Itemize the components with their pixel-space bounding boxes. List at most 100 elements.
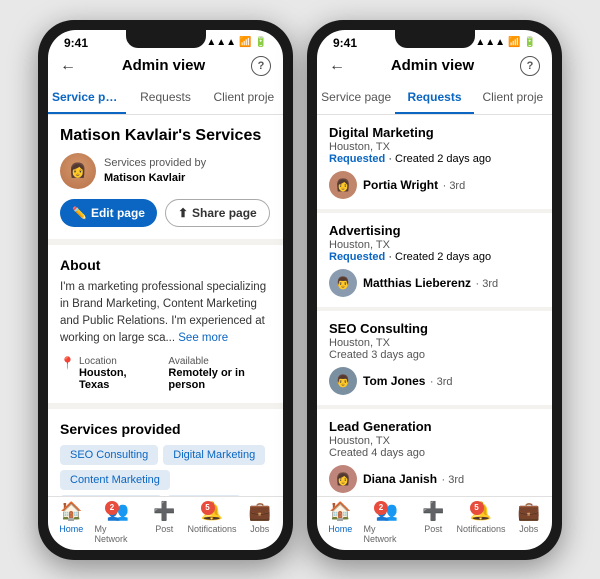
- request-location-2: Houston, TX: [329, 337, 540, 349]
- req-degree-2: · 3rd: [430, 376, 453, 388]
- info-row: 📍 Location Houston, Texas Available Remo…: [60, 356, 271, 391]
- tab-client-projects-1[interactable]: Client proje: [205, 82, 283, 114]
- request-location-3: Houston, TX: [329, 435, 540, 447]
- availability-label: Available: [168, 356, 271, 367]
- post-label-2: Post: [424, 524, 442, 534]
- profile-name: Matison Kavlair: [104, 171, 206, 185]
- action-buttons: ✏️ Edit page ⬆ Share page: [60, 199, 271, 227]
- status-icons-2: ▲▲▲ 📶 🔋: [475, 37, 536, 48]
- edit-page-button[interactable]: ✏️ Edit page: [60, 199, 157, 227]
- req-user-name-3: Diana Janish: [363, 472, 437, 486]
- request-location-1: Houston, TX: [329, 239, 540, 251]
- request-status-3: Created 4 days ago: [329, 447, 540, 459]
- tag-content[interactable]: Content Marketing: [60, 470, 170, 490]
- about-body: I'm a marketing professional specializin…: [60, 281, 266, 345]
- req-avatar-0: 👩: [329, 171, 357, 199]
- bottom-nav-2: 🏠 Home 👥 2 My Network ➕ Post 🔔 5 Notific…: [317, 496, 552, 550]
- services-tags: SEO Consulting Digital Marketing Content…: [60, 445, 271, 496]
- request-service-3: Lead Generation: [329, 419, 540, 434]
- tab-client-projects-2[interactable]: Client proje: [474, 82, 552, 114]
- req-avatar-face-0: 👩: [329, 171, 357, 199]
- help-button-2[interactable]: ?: [520, 56, 540, 76]
- req-avatar-3: 👩: [329, 465, 357, 493]
- availability-info: Available Remotely or in person: [168, 356, 271, 391]
- post-icon-1: ➕: [153, 501, 175, 522]
- tab-requests-1[interactable]: Requests: [126, 82, 204, 114]
- req-avatar-1: 👨: [329, 269, 357, 297]
- request-location-0: Houston, TX: [329, 141, 540, 153]
- bottom-nav-1: 🏠 Home 👥 2 My Network ➕ Post 🔔 5 Notific…: [48, 496, 283, 550]
- help-button-1[interactable]: ?: [251, 56, 271, 76]
- header-1: ← Admin view ?: [48, 52, 283, 82]
- request-status-0: Requested · Created 2 days ago: [329, 153, 540, 165]
- phone-2-screen: 9:41 ▲▲▲ 📶 🔋 ← Admin view ? Service page…: [317, 30, 552, 550]
- network-badge-1: 2: [105, 501, 119, 515]
- wifi-icon-1: 📶: [239, 37, 251, 48]
- tab-requests-2[interactable]: Requests: [395, 82, 473, 114]
- jobs-icon-2: 💼: [518, 501, 540, 522]
- req-avatar-face-1: 👨: [329, 269, 357, 297]
- edit-icon: ✏️: [72, 206, 87, 220]
- req-user-info-2: Tom Jones · 3rd: [363, 372, 453, 390]
- request-user-3: 👩 Diana Janish · 3rd: [329, 465, 540, 493]
- tab-service-page-1[interactable]: Service page: [48, 82, 126, 114]
- home-icon-2: 🏠: [329, 501, 351, 522]
- post-icon-2: ➕: [422, 501, 444, 522]
- req-avatar-face-3: 👩: [329, 465, 357, 493]
- location-label: Location: [79, 356, 148, 367]
- phone-1: 9:41 ▲▲▲ 📶 🔋 ← Admin view ? Service page…: [38, 20, 293, 560]
- phones-container: 9:41 ▲▲▲ 📶 🔋 ← Admin view ? Service page…: [38, 20, 562, 560]
- req-avatar-face-2: 👨: [329, 367, 357, 395]
- availability-value: Remotely or in person: [168, 367, 271, 391]
- status-created-1: · Created 2 days ago: [388, 251, 491, 263]
- nav-notifications-1[interactable]: 🔔 5 Notifications: [188, 501, 237, 544]
- nav-post-2[interactable]: ➕ Post: [410, 501, 457, 544]
- share-page-button[interactable]: ⬆ Share page: [165, 199, 270, 227]
- req-user-info-0: Portia Wright · 3rd: [363, 176, 465, 194]
- phone-2: 9:41 ▲▲▲ 📶 🔋 ← Admin view ? Service page…: [307, 20, 562, 560]
- nav-post-1[interactable]: ➕ Post: [141, 501, 188, 544]
- nav-jobs-1[interactable]: 💼 Jobs: [237, 501, 283, 544]
- profile-title: Matison Kavlair's Services: [60, 127, 271, 145]
- battery-icon-2: 🔋: [524, 37, 536, 48]
- see-more-link[interactable]: See more: [178, 332, 228, 344]
- avatar-face: 👩: [60, 153, 96, 189]
- jobs-label-1: Jobs: [250, 524, 269, 534]
- network-badge-2: 2: [374, 501, 388, 515]
- signal-icon-1: ▲▲▲: [206, 37, 236, 48]
- tab-service-page-2[interactable]: Service page: [317, 82, 395, 114]
- profile-section: Matison Kavlair's Services 👩 Services pr…: [48, 115, 283, 239]
- req-user-name-2: Tom Jones: [363, 374, 425, 388]
- services-title: Services provided: [60, 421, 271, 437]
- screen-content-1: Matison Kavlair's Services 👩 Services pr…: [48, 115, 283, 496]
- home-label-1: Home: [59, 524, 83, 534]
- status-icons-1: ▲▲▲ 📶 🔋: [206, 37, 267, 48]
- nav-network-1[interactable]: 👥 2 My Network: [95, 501, 142, 544]
- notifications-badge-2: 5: [470, 501, 484, 515]
- back-button-1[interactable]: ←: [60, 57, 76, 75]
- wifi-icon-2: 📶: [508, 37, 520, 48]
- tag-seo[interactable]: SEO Consulting: [60, 445, 158, 465]
- about-text: I'm a marketing professional specializin…: [60, 279, 271, 348]
- nav-home-1[interactable]: 🏠 Home: [48, 501, 95, 544]
- services-provided-by-label: Services provided by: [104, 156, 206, 170]
- page-title-1: Admin view: [122, 57, 205, 74]
- nav-home-2[interactable]: 🏠 Home: [317, 501, 364, 544]
- request-status-2: Created 3 days ago: [329, 349, 540, 361]
- avatar-main: 👩: [60, 153, 96, 189]
- back-button-2[interactable]: ←: [329, 57, 345, 75]
- request-item-0: Digital Marketing Houston, TX Requested …: [317, 115, 552, 209]
- request-service-1: Advertising: [329, 223, 540, 238]
- notifications-label-2: Notifications: [457, 524, 506, 534]
- post-label-1: Post: [155, 524, 173, 534]
- nav-jobs-2[interactable]: 💼 Jobs: [506, 501, 552, 544]
- req-degree-3: · 3rd: [441, 474, 464, 486]
- tag-digital[interactable]: Digital Marketing: [163, 445, 265, 465]
- request-user-0: 👩 Portia Wright · 3rd: [329, 171, 540, 199]
- request-user-1: 👨 Matthias Lieberenz · 3rd: [329, 269, 540, 297]
- nav-network-2[interactable]: 👥 2 My Network: [364, 501, 411, 544]
- network-label-1: My Network: [95, 524, 142, 544]
- nav-notifications-2[interactable]: 🔔 5 Notifications: [457, 501, 506, 544]
- share-icon: ⬆: [178, 206, 188, 220]
- home-label-2: Home: [328, 524, 352, 534]
